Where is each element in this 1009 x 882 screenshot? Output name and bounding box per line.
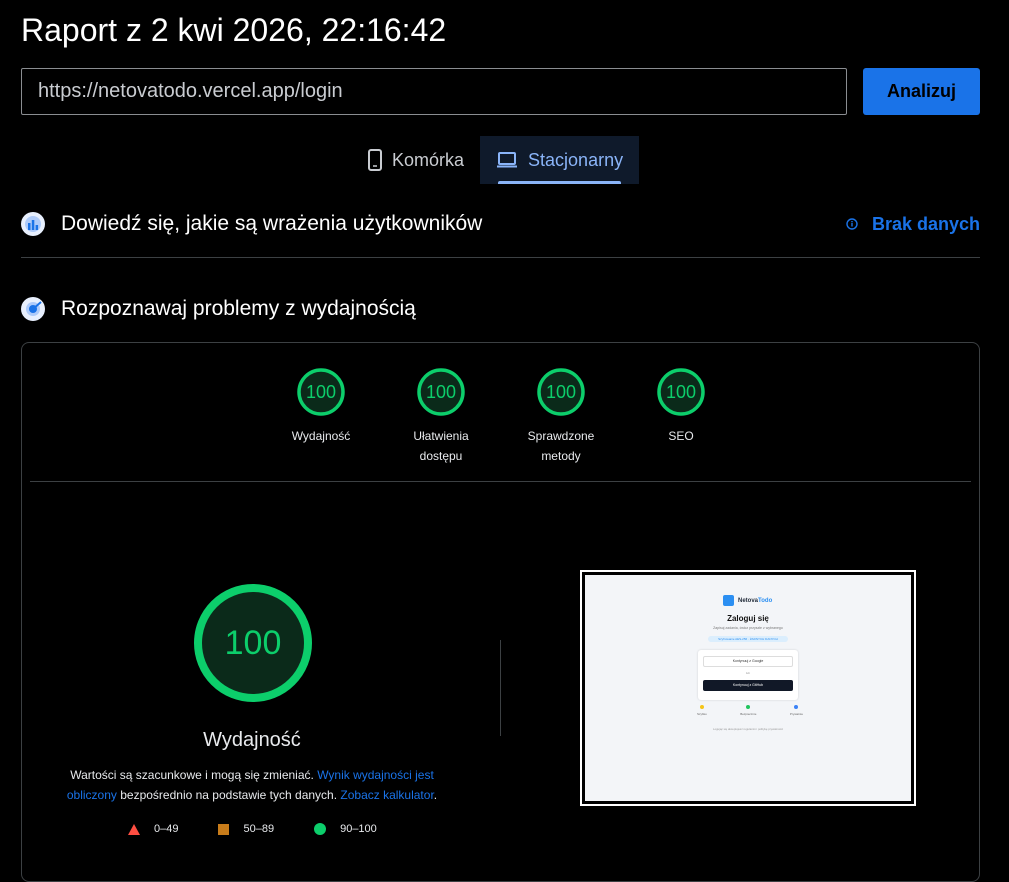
note-text: Wartości są szacunkowe i mogą się zmieni… xyxy=(70,768,318,782)
tab-desktop-label: Stacjonarny xyxy=(528,149,624,170)
gauge-score: 100 xyxy=(545,382,577,402)
feature-label: Szybko xyxy=(697,712,707,716)
lab-data-section: Rozpoznawaj problemy z wydajnością xyxy=(21,297,980,321)
analyze-button[interactable]: Analizuj xyxy=(863,68,980,115)
field-data-heading: Dowiedź się, jakie są wrażenia użytkowni… xyxy=(61,212,483,235)
app-logo: NetovaTodo xyxy=(723,595,772,606)
screenshot-login-card: Kontynuuj z Google lub Kontynuuj z GitHu… xyxy=(698,650,798,700)
estimate-note: Wartości są szacunkowe i mogą się zmieni… xyxy=(62,765,442,805)
section-divider xyxy=(21,257,980,258)
screenshot-github-button: Kontynuuj z GitHub xyxy=(703,680,793,691)
panel-divider xyxy=(30,481,971,482)
legend-item-average: 50–89 xyxy=(218,823,274,835)
tab-desktop[interactable]: Stacjonarny xyxy=(480,136,640,184)
gauge-score: 100 xyxy=(425,382,457,402)
users-experience-icon xyxy=(21,212,45,236)
lab-data-heading: Rozpoznawaj problemy z wydajnością xyxy=(61,297,416,320)
screenshot-feature: Szybko xyxy=(697,705,707,716)
performance-score: 100 xyxy=(224,624,282,662)
score-gauge-best-practices[interactable]: 100 Sprawdzone metody xyxy=(511,367,611,466)
circle-icon xyxy=(314,823,327,835)
logo-prefix: Netova xyxy=(738,597,759,604)
screenshot-title: Zaloguj się xyxy=(727,614,769,623)
tab-mobile[interactable]: Komórka xyxy=(352,136,480,184)
note-text: . xyxy=(433,788,438,802)
laptop-icon xyxy=(496,152,518,168)
legend-item-fail: 0–49 xyxy=(128,823,178,835)
screenshot-subtitle: Zapisuj zadania, ćwicz przyszłe z wybran… xyxy=(713,626,783,630)
gauge-score: 100 xyxy=(665,382,697,402)
logo-text: NetovaTodo xyxy=(738,598,772,604)
legend-range: 90–100 xyxy=(340,823,377,835)
score-legend: 0–49 50–89 90–100 xyxy=(128,823,417,835)
smartphone-icon xyxy=(368,149,382,171)
field-data-section: Dowiedź się, jakie są wrażenia użytkowni… xyxy=(21,212,980,236)
gauge-label: SEO xyxy=(668,429,694,443)
legend-range: 50–89 xyxy=(243,823,275,835)
gauge-score: 100 xyxy=(305,382,337,402)
score-gauge-seo[interactable]: 100 SEO xyxy=(631,367,731,446)
score-gauge-accessibility[interactable]: 100 Ułatwienia dostępu xyxy=(391,367,491,466)
screenshot-feature: Prywatnie xyxy=(790,705,803,716)
note-text: bezpośrednio na podstawie tych danych. xyxy=(116,788,341,802)
triangle-icon xyxy=(128,823,140,835)
lighthouse-icon xyxy=(21,297,45,321)
score-gauge-performance[interactable]: 100 Wydajność xyxy=(271,367,371,446)
gauge-label: Sprawdzone metody xyxy=(527,429,595,463)
screenshot-feature: Bezpiecznie xyxy=(740,705,756,716)
report-title: Raport z 2 kwi 2026, 22:16:42 xyxy=(21,12,447,48)
screenshot-page: NetovaTodo Zaloguj się Zapisuj zadania, … xyxy=(585,575,911,801)
screenshot-features: Szybko Bezpiecznie Prywatnie xyxy=(697,705,803,716)
legend-item-pass: 90–100 xyxy=(314,823,377,835)
device-tabs: Komórka Stacjonarny xyxy=(352,136,640,184)
screenshot-pill: Szyfrowanie AES-256 · ŻADNYCH DANYCH xyxy=(708,636,788,642)
no-data-label: Brak danych xyxy=(871,213,980,234)
performance-score-gauge: 100 xyxy=(192,582,314,704)
screenshot-or: lub xyxy=(745,671,750,675)
legend-range: 0–49 xyxy=(154,823,179,835)
tab-mobile-label: Komórka xyxy=(392,149,465,170)
feature-label: Bezpiecznie xyxy=(740,712,757,716)
no-data-link[interactable]: Brak danych xyxy=(846,214,980,235)
feature-label: Prywatnie xyxy=(789,712,803,716)
screenshot-google-button: Kontynuuj z Google xyxy=(703,656,793,667)
final-screenshot[interactable]: NetovaTodo Zaloguj się Zapisuj zadania, … xyxy=(580,570,916,806)
logo-mark xyxy=(723,595,734,606)
gauge-label: Ułatwienia dostępu xyxy=(413,429,469,463)
gauge-label: Wydajność xyxy=(291,429,351,443)
calculator-link[interactable]: Zobacz kalkulator xyxy=(340,788,433,802)
url-input[interactable] xyxy=(21,68,847,115)
vertical-divider xyxy=(500,640,501,736)
lighthouse-report-panel: 100 Wydajność 100 Ułatwienia dostępu 100… xyxy=(21,342,980,882)
info-icon xyxy=(846,218,858,230)
logo-suffix: Todo xyxy=(758,597,773,604)
screenshot-footer: Logując się akceptujesz regulamin i poli… xyxy=(713,727,783,731)
square-icon xyxy=(218,823,230,835)
performance-label: Wydajność xyxy=(203,729,301,751)
